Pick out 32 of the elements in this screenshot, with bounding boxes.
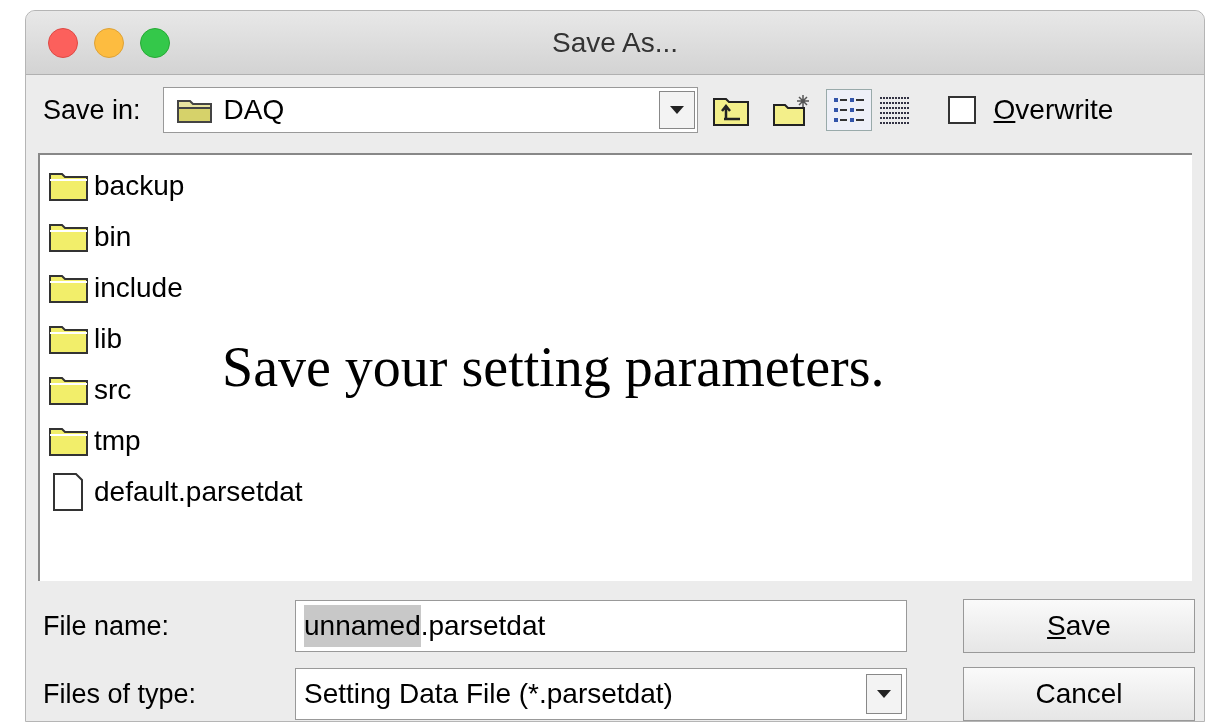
folder-icon (48, 425, 90, 457)
window-title: Save As... (551, 25, 679, 60)
list-view-icon (831, 95, 866, 125)
file-type-dropdown[interactable]: Setting Data File (*.parsetdat) (295, 668, 907, 720)
file-name-field[interactable]: unnamed.parsetdat (295, 600, 907, 652)
file-list-item[interactable]: src (94, 369, 132, 411)
file-name-label: File name: (43, 609, 171, 643)
file-list-item[interactable]: bin (94, 216, 132, 258)
list-view-button[interactable] (825, 89, 872, 131)
file-list-item[interactable]: tmp (94, 420, 141, 462)
new-folder-icon[interactable] (771, 93, 812, 127)
file-list-item[interactable]: default.parsetdat (94, 471, 303, 513)
folder-icon (48, 323, 90, 355)
close-button[interactable] (48, 27, 78, 58)
file-list-item[interactable]: lib (94, 318, 122, 360)
location-dropdown[interactable]: DAQ (162, 87, 698, 133)
folder-icon (48, 170, 90, 202)
dialog-button[interactable]: Save (963, 599, 1195, 653)
files-of-type-label: Files of type: (43, 677, 198, 711)
folder-icon (48, 272, 90, 304)
caret-icon (877, 690, 891, 698)
save-in-label: Save in: (43, 93, 141, 127)
overwrite-checkbox[interactable]: Overwrite (947, 89, 1114, 131)
dropdown-arrow-button[interactable] (866, 674, 902, 714)
folder-icon (48, 374, 90, 406)
details-view-icon (877, 95, 912, 125)
dialog-button[interactable]: Cancel (963, 667, 1195, 721)
file-list-item[interactable]: include (94, 267, 183, 309)
dropdown-arrow-button[interactable] (658, 91, 695, 129)
file-list-item[interactable]: backup (94, 165, 185, 207)
folder-icon (48, 221, 90, 253)
caret-icon (669, 106, 684, 114)
